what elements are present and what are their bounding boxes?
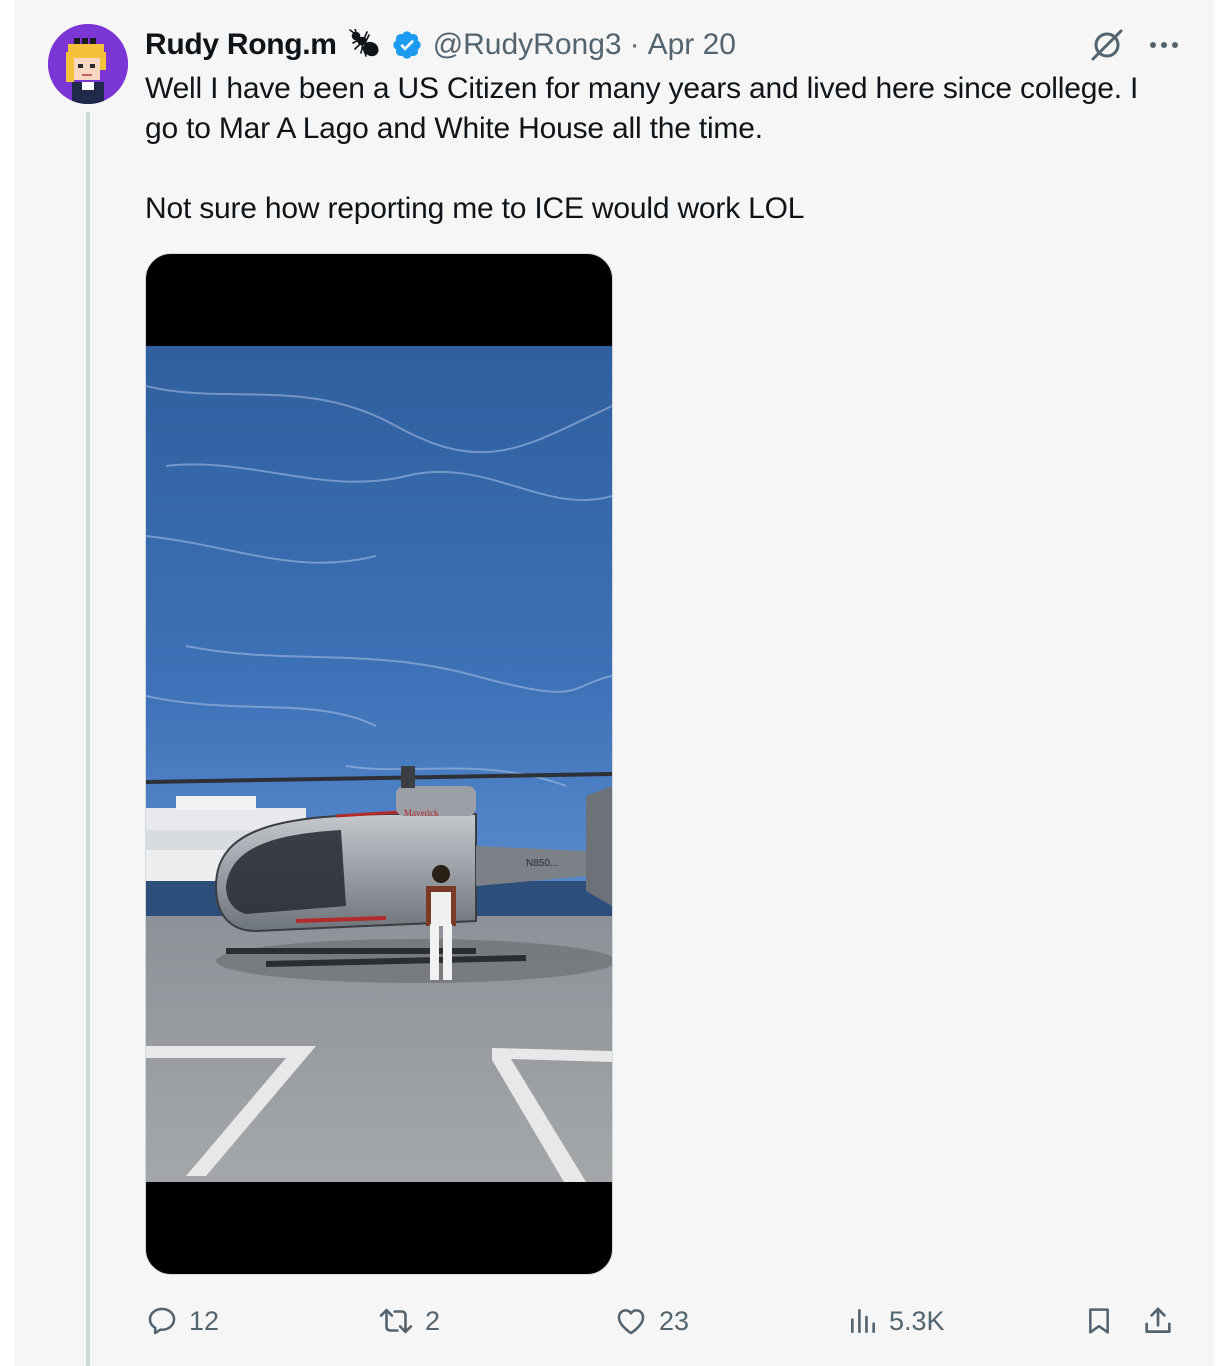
tweet-text-line: Well I have been a US Citizen for many y… — [145, 72, 1139, 105]
tweet-date[interactable]: Apr 20 — [648, 28, 736, 62]
bookmark-icon — [1089, 1308, 1109, 1334]
like-count: 23 — [659, 1305, 690, 1336]
more-options-icon[interactable] — [1148, 40, 1180, 50]
tweet-text: Well I have been a US Citizen for many y… — [145, 69, 1185, 229]
reply-icon — [148, 1307, 176, 1335]
share-button[interactable] — [1141, 1298, 1175, 1344]
top-actions — [1088, 26, 1180, 64]
helicopter-logo-text: Maverick — [404, 808, 439, 818]
helicopter-photo: Maverick N850... — [146, 346, 612, 1182]
tail-number-text: N850... — [526, 858, 558, 869]
ant-icon — [347, 29, 383, 61]
reply-button[interactable]: 12 — [145, 1298, 219, 1344]
header-separator: · — [629, 28, 640, 61]
repost-button[interactable]: 2 — [377, 1298, 440, 1344]
tweet-text-line: go to Mar A Lago and White House all the… — [145, 112, 763, 145]
tweet-header: Rudy Rong.m @RudyRong3 · Apr 20 — [145, 26, 736, 64]
tweet-text-line: Not sure how reporting me to ICE would w… — [145, 192, 805, 225]
views-count: 5.3K — [889, 1305, 945, 1336]
repost-count: 2 — [425, 1305, 441, 1336]
heart-icon — [617, 1309, 645, 1335]
verified-badge-icon[interactable] — [391, 29, 423, 61]
share-icon — [1145, 1307, 1171, 1333]
tweet-video[interactable]: Maverick N850... — [145, 253, 613, 1275]
repost-icon — [379, 1308, 413, 1334]
handle[interactable]: @RudyRong3 — [433, 28, 622, 62]
bookmark-button[interactable] — [1083, 1298, 1115, 1344]
views-chart-icon — [851, 1309, 875, 1333]
tweet-actions: 12 2 23 5.3K — [145, 1298, 1185, 1344]
grok-icon[interactable] — [1088, 26, 1126, 64]
avatar-pixel-art — [48, 24, 128, 104]
like-button[interactable]: 23 — [613, 1298, 689, 1344]
reply-count: 12 — [189, 1305, 220, 1336]
avatar[interactable] — [48, 24, 128, 104]
views-button[interactable]: 5.3K — [847, 1298, 945, 1344]
display-name[interactable]: Rudy Rong.m — [145, 28, 337, 62]
thread-line — [86, 112, 90, 1366]
